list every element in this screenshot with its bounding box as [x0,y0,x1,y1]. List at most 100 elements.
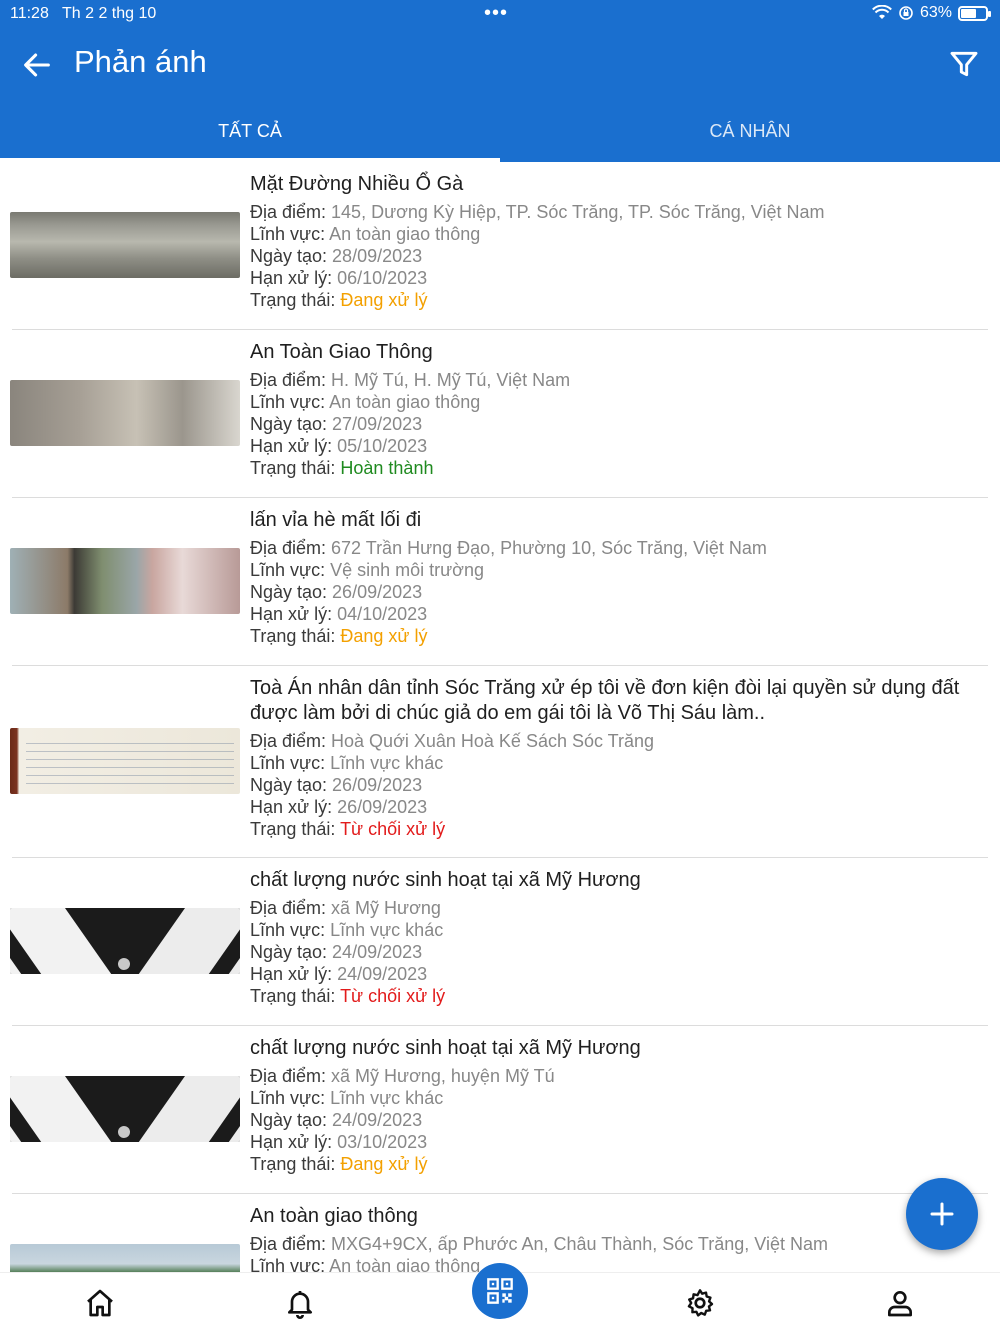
location-value: MXG4+9CX, ấp Phước An, Châu Thành, Sóc T… [331,1234,828,1254]
add-report-button[interactable] [906,1178,978,1250]
item-text: An Toàn Giao Thông Địa điểm: H. Mỹ Tú, H… [250,340,984,479]
status-value: Đang xử lý [340,626,428,646]
qr-scan-button[interactable] [472,1263,528,1319]
item-title: chất lượng nước sinh hoạt tại xã Mỹ Hươn… [250,869,641,891]
battery-level [961,8,977,18]
list-item[interactable]: Mặt Đường Nhiều Ổ Gà Địa điểm: 145, Dươn… [0,162,1000,330]
field-value: An toàn giao thông [329,224,481,244]
list-item[interactable]: chất lượng nước sinh hoạt tại xã Mỹ Hươn… [0,1026,1000,1194]
created-value: 26/09/2023 [332,582,423,602]
thumb-shape [118,958,130,970]
created-value: 24/09/2023 [332,942,423,962]
gear-icon[interactable] [684,1287,716,1319]
home-icon[interactable] [84,1287,116,1319]
list-item[interactable]: An toàn giao thông Địa điểm: MXG4+9CX, ấ… [0,1194,1000,1272]
status-label: Trạng thái: [250,290,341,310]
item-location: Địa điểm: 672 Trần Hưng Đạo, Phường 10, … [250,537,984,559]
field-value: An toàn giao thông [329,1256,481,1272]
item-location: Địa điểm: 145, Dương Kỳ Hiệp, TP. Sóc Tr… [250,201,984,223]
item-status: Trạng thái: Đang xử lý [250,1153,984,1175]
created-value: 28/09/2023 [332,246,423,266]
list-item[interactable]: An Toàn Giao Thông Địa điểm: H. Mỹ Tú, H… [0,330,1000,498]
item-field: Lĩnh vực: Lĩnh vực khác [250,919,984,941]
app-bar: 11:28 Th 2 2 thg 10 ••• 63% Phản ánh TẤT… [0,0,1000,162]
item-title: Toà Án nhân dân tỉnh Sóc Trăng xử ép tôi… [250,677,960,724]
field-value: Lĩnh vực khác [330,920,444,940]
deadline-label: Hạn xử lý: [250,797,338,817]
tab-all[interactable]: TẤT CẢ [0,100,500,162]
item-location: Địa điểm: MXG4+9CX, ấp Phước An, Châu Th… [250,1233,984,1255]
item-title: chất lượng nước sinh hoạt tại xã Mỹ Hươn… [250,1037,641,1059]
tab-bar: TẤT CẢ CÁ NHÂN [0,100,1000,162]
field-value: Vệ sinh môi trường [330,560,485,580]
deadline-value: 26/09/2023 [337,797,428,817]
tab-personal[interactable]: CÁ NHÂN [500,100,1000,162]
list-item[interactable]: chất lượng nước sinh hoạt tại xã Mỹ Hươn… [0,858,1000,1026]
item-deadline: Hạn xử lý: 06/10/2023 [250,267,984,289]
list-item[interactable]: Toà Án nhân dân tỉnh Sóc Trăng xử ép tôi… [0,666,1000,858]
bell-icon[interactable] [284,1287,316,1319]
report-thumbnail [10,1076,240,1142]
location-label: Địa điểm: [250,538,332,558]
filter-icon[interactable] [948,48,980,80]
location-label: Địa điểm: [250,731,332,751]
report-thumbnail [10,380,240,446]
deadline-label: Hạn xử lý: [250,604,338,624]
report-list: Mặt Đường Nhiều Ổ Gà Địa điểm: 145, Dươn… [0,162,1000,1272]
report-thumbnail [10,548,240,614]
deadline-value: 05/10/2023 [337,436,428,456]
wifi-icon [872,5,892,19]
item-text: chất lượng nước sinh hoạt tại xã Mỹ Hươn… [250,868,984,1007]
item-text: chất lượng nước sinh hoạt tại xã Mỹ Hươn… [250,1036,984,1175]
item-text: An toàn giao thông Địa điểm: MXG4+9CX, ấ… [250,1204,984,1272]
item-status: Trạng thái: Từ chối xử lý [250,985,984,1007]
field-label: Lĩnh vực: [250,920,331,940]
item-created: Ngày tạo: 27/09/2023 [250,413,984,435]
page-title: Phản ánh [74,44,207,79]
location-value: 145, Dương Kỳ Hiệp, TP. Sóc Trăng, TP. S… [331,202,825,222]
created-value: 24/09/2023 [332,1110,423,1130]
item-deadline: Hạn xử lý: 05/10/2023 [250,435,984,457]
location-label: Địa điểm: [250,370,332,390]
report-thumbnail [10,1244,240,1272]
item-field: Lĩnh vực: An toàn giao thông [250,1255,984,1272]
field-label: Lĩnh vực: [250,1088,331,1108]
deadline-label: Hạn xử lý: [250,964,338,984]
item-text: Mặt Đường Nhiều Ổ Gà Địa điểm: 145, Dươn… [250,172,984,311]
item-created: Ngày tạo: 28/09/2023 [250,245,984,267]
item-field: Lĩnh vực: Lĩnh vực khác [250,752,984,774]
created-value: 27/09/2023 [332,414,423,434]
item-created: Ngày tạo: 24/09/2023 [250,941,984,963]
item-created: Ngày tạo: 26/09/2023 [250,581,984,603]
location-value: 672 Trần Hưng Đạo, Phường 10, Sóc Trăng,… [331,538,767,558]
location-label: Địa điểm: [250,898,332,918]
deadline-value: 06/10/2023 [337,268,428,288]
status-value: Từ chối xử lý [340,819,446,839]
bottom-nav [0,1263,1000,1334]
field-value: An toàn giao thông [329,392,481,412]
item-deadline: Hạn xử lý: 26/09/2023 [250,796,984,818]
status-time: 11:28 [10,5,49,22]
list-item[interactable]: lấn vỉa hè mất lối đi Địa điểm: 672 Trần… [0,498,1000,666]
status-label: Trạng thái: [250,986,341,1006]
field-label: Lĩnh vực: [250,1256,330,1272]
user-icon[interactable] [884,1287,916,1319]
item-field: Lĩnh vực: Lĩnh vực khác [250,1087,984,1109]
location-label: Địa điểm: [250,202,332,222]
field-label: Lĩnh vực: [250,392,330,412]
item-status: Trạng thái: Đang xử lý [250,625,984,647]
qr-code-icon [487,1278,513,1304]
status-value: Từ chối xử lý [340,986,446,1006]
deadline-value: 24/09/2023 [337,964,428,984]
created-label: Ngày tạo: [250,582,333,602]
item-field: Lĩnh vực: An toàn giao thông [250,223,984,245]
multitask-dots[interactable]: ••• [484,2,508,25]
report-thumbnail [10,908,240,974]
status-value: Đang xử lý [340,290,428,310]
status-bar: 11:28 Th 2 2 thg 10 ••• 63% [0,0,1000,28]
item-title: Mặt Đường Nhiều Ổ Gà [250,173,464,195]
deadline-label: Hạn xử lý: [250,1132,338,1152]
back-arrow-icon[interactable] [20,48,54,82]
item-created: Ngày tạo: 24/09/2023 [250,1109,984,1131]
status-value: Đang xử lý [340,1154,428,1174]
